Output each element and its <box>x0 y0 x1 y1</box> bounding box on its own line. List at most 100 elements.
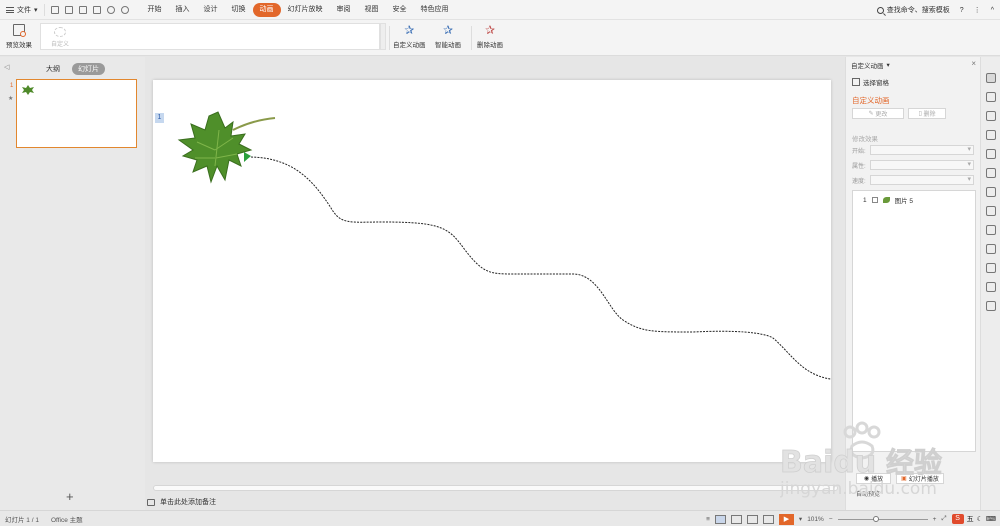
tab-transitions[interactable]: 切换 <box>225 3 253 17</box>
play-slideshow-button[interactable]: ▶ <box>778 513 794 525</box>
selection-pane-icon <box>852 78 860 86</box>
add-slide-button[interactable]: + <box>66 489 74 504</box>
start-dropdown[interactable] <box>870 145 974 155</box>
more-icon[interactable]: ⋮ <box>974 6 981 14</box>
backup-icon[interactable] <box>986 263 996 273</box>
gallery-scrollbar[interactable] <box>380 23 386 50</box>
remove-button[interactable]: ▯ 删除 <box>908 108 946 119</box>
zoom-level[interactable]: 101% <box>807 516 824 523</box>
tab-security[interactable]: 安全 <box>386 3 414 17</box>
smart-animation-label: 智能动画 <box>435 42 461 49</box>
tab-slides[interactable]: 幻灯片 <box>72 63 105 75</box>
tab-review[interactable]: 审阅 <box>330 3 358 17</box>
collapse-ribbon-icon[interactable]: ^ <box>991 7 994 14</box>
animation-pane-icon[interactable] <box>986 73 996 83</box>
gallery-item-custom[interactable]: 自定义 <box>51 27 69 48</box>
shapes-icon[interactable] <box>986 111 996 121</box>
file-menu[interactable]: 文件 ▾ <box>0 0 44 20</box>
tab-outline[interactable]: 大纲 <box>40 63 66 75</box>
collapse-panel-icon[interactable]: ◁ <box>4 63 9 71</box>
print-icon[interactable] <box>78 5 87 14</box>
leaf-thumbnail-icon <box>22 85 34 95</box>
selection-pane-label: 选择窗格 <box>863 80 889 87</box>
zoom-slider[interactable] <box>837 515 928 522</box>
zoom-in-button[interactable]: + <box>933 516 937 523</box>
zoom-out-button[interactable]: − <box>829 516 833 523</box>
motion-path[interactable] <box>250 156 831 380</box>
custom-path-icon <box>54 27 66 37</box>
pane-title[interactable]: 自定义动画 ▾ <box>851 60 890 70</box>
tab-special-apps[interactable]: 特色应用 <box>414 3 456 17</box>
transition-icon[interactable] <box>986 130 996 140</box>
ribbon: 预览效果 自定义 ✰ 自定义动画 ✰ 智能动画 ✰ 删除动画 <box>0 20 1000 56</box>
tab-view[interactable]: 视图 <box>358 3 386 17</box>
normal-view-button[interactable] <box>714 514 726 524</box>
notes-toggle-icon[interactable]: ≡ <box>706 516 710 523</box>
chevron-down-icon[interactable]: ▾ <box>799 515 802 523</box>
search-icon <box>876 6 884 14</box>
maple-leaf-image[interactable] <box>177 111 253 184</box>
save-icon[interactable] <box>50 5 59 14</box>
image-icon[interactable] <box>986 225 996 235</box>
command-search[interactable]: 查找命令、搜索模板 <box>876 5 950 15</box>
close-icon[interactable]: × <box>971 59 976 68</box>
edit-icon[interactable] <box>986 206 996 216</box>
clipboard-icon[interactable] <box>986 149 996 159</box>
theme-name[interactable]: Office 主题 <box>51 514 83 524</box>
slideshow-icon: ▣ <box>901 476 907 482</box>
property-label: 属性: <box>852 163 866 170</box>
undo-icon[interactable] <box>106 5 115 14</box>
redo-icon[interactable] <box>120 5 129 14</box>
chevron-down-icon: ▾ <box>886 62 890 69</box>
audio-icon[interactable] <box>986 244 996 254</box>
star-icon[interactable] <box>986 168 996 178</box>
zoom-slider-handle[interactable] <box>872 515 879 522</box>
path-start-marker[interactable] <box>244 152 251 162</box>
list-item[interactable]: 1 图片 5 <box>863 195 913 206</box>
export-pdf-icon[interactable] <box>64 5 73 14</box>
pencil-icon: ✎ <box>868 111 874 117</box>
auto-preview-checkbox[interactable]: 自动预览 <box>856 489 880 498</box>
change-button[interactable]: ✎ 更改 <box>852 108 904 119</box>
tab-animation[interactable]: 动画 <box>252 2 281 17</box>
tab-design[interactable]: 设计 <box>197 3 225 17</box>
fit-window-icon[interactable]: ⤢ <box>941 515 946 523</box>
section-heading: 自定义动画 <box>852 96 890 105</box>
side-toolbar <box>980 57 1000 510</box>
slide-canvas[interactable]: 1 <box>153 80 831 462</box>
slide-thumbnail[interactable] <box>16 79 137 148</box>
reading-view-button[interactable] <box>746 514 758 524</box>
layout-icon[interactable] <box>986 187 996 197</box>
tab-insert[interactable]: 插入 <box>169 3 197 17</box>
leaf-stem <box>232 117 276 131</box>
horizontal-scrollbar[interactable] <box>153 485 838 491</box>
property-row: 属性: <box>852 160 974 170</box>
selection-pane-link[interactable]: 选择窗格 <box>852 77 889 87</box>
delete-animation-button[interactable]: ✰ 删除动画 <box>477 24 503 49</box>
input-method-bar[interactable]: S 五 ☾ ⌨ <box>951 514 996 524</box>
pane-title-label: 自定义动画 <box>851 63 884 70</box>
help-icon[interactable] <box>986 301 996 311</box>
play-button[interactable]: ◉ 播放 <box>856 473 891 484</box>
design-icon[interactable] <box>986 92 996 102</box>
slideshow-button[interactable]: ▣ 幻灯片播放 <box>896 473 944 484</box>
tab-slideshow[interactable]: 幻灯片放映 <box>281 3 330 17</box>
preview-effect-button[interactable]: 预览效果 <box>6 24 32 49</box>
smart-animation-button[interactable]: ✰ 智能动画 <box>435 24 461 49</box>
divider <box>471 26 472 50</box>
custom-animation-button[interactable]: ✰ 自定义动画 <box>393 24 426 49</box>
status-bar: 幻灯片 1 / 1 Office 主题 ≡ ▶ ▾ 101% − + ⤢ S 五… <box>0 510 1000 526</box>
property-dropdown[interactable] <box>870 160 974 170</box>
presenter-view-button[interactable] <box>762 514 774 524</box>
notes-icon <box>147 498 155 506</box>
print-preview-icon[interactable] <box>92 5 101 14</box>
keyboard-icon: ⌨ <box>985 516 996 523</box>
history-icon[interactable] <box>986 282 996 292</box>
help-icon[interactable]: ? <box>960 7 964 14</box>
slide-number: 1 <box>10 83 14 89</box>
tab-home[interactable]: 开始 <box>141 3 169 17</box>
speed-dropdown[interactable] <box>870 175 974 185</box>
sorter-view-button[interactable] <box>730 514 742 524</box>
slideshow-label: 幻灯片播放 <box>908 477 939 483</box>
notes-bar[interactable]: 单击此处添加备注 <box>147 495 842 509</box>
